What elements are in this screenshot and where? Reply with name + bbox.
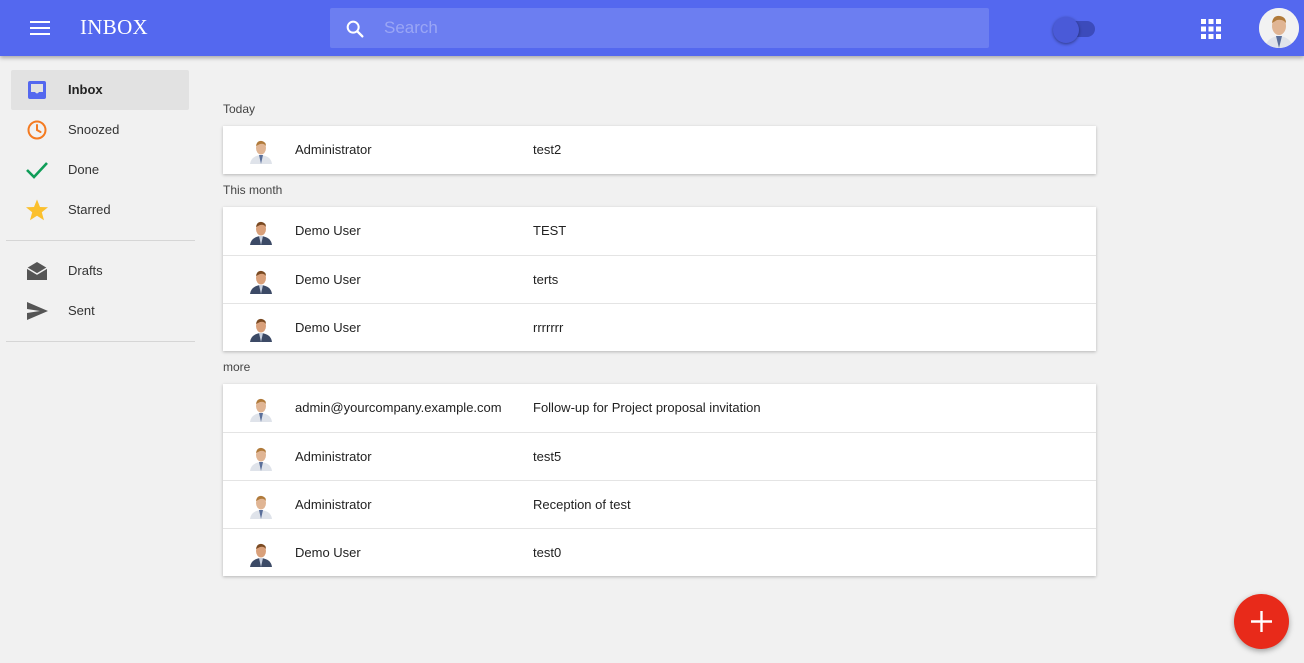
message-subject: test2 — [533, 142, 562, 157]
message-sender: Administrator — [295, 497, 372, 512]
sender-avatar — [250, 495, 272, 519]
message-row[interactable]: Demo User terts — [223, 255, 1096, 303]
sender-avatar — [250, 318, 272, 342]
message-subject: test5 — [533, 449, 562, 464]
section-label-this-month: This month — [223, 183, 283, 197]
send-icon — [27, 302, 48, 320]
message-sender: admin@yourcompany.example.com — [295, 400, 502, 415]
message-row[interactable]: Administrator test5 — [223, 432, 1096, 480]
user-avatar-image — [1259, 8, 1299, 48]
sidebar-item-starred[interactable]: Starred — [11, 190, 189, 230]
clock-icon — [27, 120, 47, 140]
message-sender: Administrator — [295, 142, 372, 157]
sidebar-divider — [6, 240, 195, 241]
sender-avatar — [250, 543, 272, 567]
hamburger-menu-icon — [30, 21, 50, 35]
sender-avatar — [250, 221, 272, 245]
plus-icon — [1251, 611, 1272, 632]
message-group-today: Administrator test2 — [223, 126, 1096, 174]
message-sender: Administrator — [295, 449, 372, 464]
search-box[interactable] — [330, 8, 989, 48]
message-subject: terts — [533, 272, 559, 287]
sidebar-item-label: Sent — [68, 303, 95, 318]
message-group-this-month: Demo User TEST Demo User terts Demo User… — [223, 207, 1096, 351]
message-subject: Follow-up for Project proposal invitatio… — [533, 400, 761, 415]
inbox-icon — [28, 81, 46, 99]
toggle-knob — [1053, 17, 1079, 43]
theme-toggle[interactable] — [1053, 16, 1097, 43]
sender-avatar — [250, 447, 272, 471]
message-row[interactable]: Demo User test0 — [223, 528, 1096, 576]
message-sender: Demo User — [295, 320, 361, 335]
message-group-more: admin@yourcompany.example.com Follow-up … — [223, 384, 1096, 576]
sender-avatar — [250, 398, 272, 422]
sender-avatar — [250, 270, 272, 294]
check-icon — [26, 162, 48, 179]
star-icon — [26, 199, 48, 221]
apps-grid-icon[interactable] — [1200, 18, 1222, 40]
sidebar-item-sent[interactable]: Sent — [11, 291, 189, 331]
message-sender: Demo User — [295, 272, 361, 287]
sidebar-divider — [6, 341, 195, 342]
sidebar-item-drafts[interactable]: Drafts — [11, 251, 189, 291]
top-bar: INBOX — [0, 0, 1304, 56]
compose-button[interactable] — [1234, 594, 1289, 649]
message-sender: Demo User — [295, 545, 361, 560]
sidebar-item-snoozed[interactable]: Snoozed — [11, 110, 189, 150]
user-avatar[interactable] — [1259, 8, 1299, 48]
drafts-icon — [26, 262, 48, 280]
search-input[interactable] — [384, 8, 974, 48]
message-subject: rrrrrrr — [533, 320, 564, 335]
message-row[interactable]: Administrator test2 — [223, 126, 1096, 174]
message-subject: test0 — [533, 545, 562, 560]
sidebar-item-label: Drafts — [68, 263, 103, 278]
message-row[interactable]: admin@yourcompany.example.com Follow-up … — [223, 384, 1096, 432]
app-title: INBOX — [80, 15, 148, 39]
sender-avatar — [250, 140, 272, 164]
message-sender: Demo User — [295, 223, 361, 238]
sidebar-item-label: Starred — [68, 202, 111, 217]
message-row[interactable]: Demo User rrrrrrr — [223, 303, 1096, 351]
sidebar-item-done[interactable]: Done — [11, 150, 189, 190]
sidebar-item-label: Inbox — [68, 82, 103, 97]
message-row[interactable]: Demo User TEST — [223, 207, 1096, 255]
section-label-more: more — [223, 360, 251, 374]
section-label-today: Today — [223, 102, 256, 116]
search-icon — [346, 20, 364, 38]
message-subject: TEST — [533, 223, 567, 238]
message-row[interactable]: Administrator Reception of test — [223, 480, 1096, 528]
message-subject: Reception of test — [533, 497, 631, 512]
sidebar-item-label: Snoozed — [68, 122, 120, 137]
menu-button[interactable] — [22, 14, 58, 42]
sidebar-item-label: Done — [68, 162, 100, 177]
sidebar-item-inbox[interactable]: Inbox — [11, 70, 189, 110]
